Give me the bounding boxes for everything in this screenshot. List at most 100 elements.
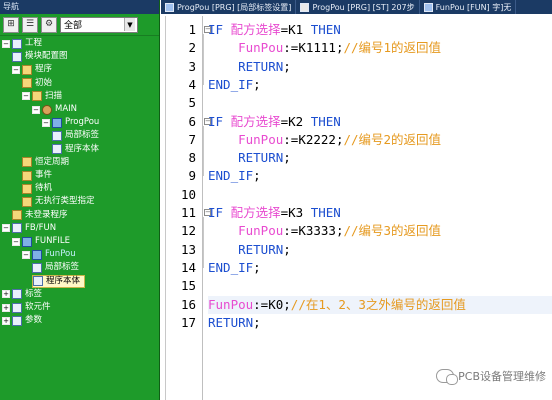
collapse-icon[interactable]: − <box>32 105 40 114</box>
variable-token: 配方选择 <box>230 22 281 37</box>
tree-item[interactable]: 待机 <box>22 182 52 195</box>
line-number: 4 <box>188 76 196 92</box>
code-token: :=K1111; <box>283 40 344 56</box>
code-line[interactable]: FunPou:=K2222;//编号2的返回值 <box>208 131 552 149</box>
code-line[interactable]: IF 配方选择=K2 THEN − <box>204 113 552 131</box>
code-line[interactable]: IF 配方选择=K1 THEN − <box>204 21 552 39</box>
editor-tab-label: ProgPou [PRG] [ST] 207步 <box>312 2 415 12</box>
line-number: 5 <box>188 95 196 111</box>
collapse-icon[interactable]: − <box>42 118 50 127</box>
tree-item[interactable]: − 工程 <box>2 37 42 50</box>
keyword-token: IF <box>208 113 231 129</box>
tree-item[interactable]: − 程序 <box>12 63 52 76</box>
comment-token: //在1、2、3之外编号的返回值 <box>290 296 466 312</box>
tree-item-label: FunPou <box>45 249 76 260</box>
tree-item[interactable]: 恒定周期 <box>22 156 69 169</box>
code-line[interactable]: RETURN; <box>208 314 552 332</box>
tree-item-label: 初始 <box>35 77 53 88</box>
fold-toggle-icon[interactable]: − <box>204 209 211 216</box>
variable-token: 配方选择 <box>230 113 281 129</box>
line-number: 6 <box>188 113 196 129</box>
editor-tab[interactable]: ProgPou [PRG] [局部标签设置] <box>161 0 297 14</box>
expand-icon[interactable]: + <box>2 316 10 325</box>
code-line[interactable]: END_IF; <box>208 259 552 277</box>
expand-icon[interactable]: + <box>2 303 10 312</box>
tree-item[interactable]: 局部标签 <box>32 261 79 274</box>
collapse-icon[interactable]: − <box>2 224 10 233</box>
code-line[interactable]: RETURN; <box>208 149 552 167</box>
code-token: ; <box>283 58 291 74</box>
keyword-token: THEN <box>310 22 341 37</box>
collapse-icon[interactable]: − <box>12 65 20 74</box>
code-line[interactable]: FunPou:=K3333;//编号3的返回值 <box>208 222 552 240</box>
tree-item-label: 程序本体 <box>65 143 100 154</box>
editor-tab[interactable]: ProgPou [PRG] [ST] 207步 <box>296 0 420 14</box>
navigation-pane: 导航 ⊞ ☰ ⚙ 全部 ▼ − 工程 模块配置图 − 程序 初始 − 扫描 − MAIN − Prog… <box>0 0 160 400</box>
code-line[interactable]: IF 配方选择=K3 THEN − <box>204 204 552 222</box>
tree-item[interactable]: 程序本体 <box>32 274 86 288</box>
funfile-icon <box>22 236 32 247</box>
collapse-icon[interactable]: − <box>22 92 30 101</box>
folder-icon <box>22 170 32 181</box>
tree-item-label: 程序 <box>35 64 53 75</box>
tree-item[interactable]: 未登录程序 <box>12 209 68 222</box>
line-number: 7 <box>188 131 196 147</box>
code-line[interactable]: RETURN; <box>208 241 552 259</box>
tree-item[interactable]: − 扫描 <box>22 90 62 103</box>
fold-toggle-icon[interactable]: − <box>204 117 211 125</box>
tree-item[interactable]: 局部标签 <box>52 129 99 142</box>
expand-icon[interactable]: + <box>2 290 10 299</box>
tree-item[interactable]: − FB/FUN <box>2 222 56 235</box>
function-icon <box>32 249 42 260</box>
tree-item[interactable]: 初始 <box>22 77 52 90</box>
keyword-token: RETURN <box>238 58 284 74</box>
collapse-icon[interactable]: − <box>2 39 10 48</box>
list-view-icon[interactable]: ☰ <box>22 16 38 33</box>
project-tree[interactable]: − 工程 模块配置图 − 程序 初始 − 扫描 − MAIN − ProgPou 局部标签 程序本体 恒定周… <box>0 36 159 400</box>
code-line[interactable] <box>208 186 552 204</box>
collapse-icon[interactable]: − <box>22 250 30 259</box>
gear-icon[interactable]: ⚙ <box>41 16 57 33</box>
code-token: =K1 <box>280 22 311 37</box>
fold-toggle-icon[interactable]: − <box>204 26 211 33</box>
code-area[interactable]: IF 配方选择=K1 THEN − FunPou:=K1111;//编号1的返回值… <box>203 16 552 400</box>
editor-tab[interactable]: FunPou [FUN] 字]无 <box>420 0 517 14</box>
tree-item-label: FUNFILE <box>35 236 70 246</box>
keyword-token: IF <box>208 205 231 220</box>
tree-item[interactable]: − FunPou <box>22 248 76 261</box>
code-token: :=K0; <box>253 296 291 312</box>
tree-item[interactable]: 无执行类型指定 <box>22 195 95 208</box>
code-token: :=K3333; <box>283 223 344 239</box>
line-number: 12 <box>180 223 196 239</box>
tree-item[interactable]: 事件 <box>22 169 52 182</box>
collapse-icon[interactable]: − <box>12 237 20 246</box>
watermark: PCB设备管理维修 <box>436 368 546 385</box>
code-line[interactable]: END_IF; <box>208 76 552 94</box>
folder-icon <box>12 210 22 221</box>
code-line[interactable] <box>208 277 552 295</box>
tree-view-icon[interactable]: ⊞ <box>3 16 19 33</box>
fold-guide-line <box>203 217 204 268</box>
code-token: ; <box>253 168 261 184</box>
code-token: =K3 <box>280 205 311 220</box>
code-line[interactable] <box>208 94 552 112</box>
tree-item[interactable]: 模块配置图 <box>12 50 68 63</box>
keyword-token: THEN <box>310 113 341 129</box>
tree-item[interactable]: − ProgPou <box>42 116 99 129</box>
chevron-down-icon[interactable]: ▼ <box>124 18 135 31</box>
tree-item[interactable]: + 软元件 <box>2 301 51 314</box>
code-line[interactable]: END_IF; <box>208 167 552 185</box>
variable-token: 配方选择 <box>230 205 281 220</box>
line-number: 10 <box>180 186 196 202</box>
tree-item[interactable]: 程序本体 <box>52 143 99 156</box>
code-line[interactable]: RETURN; <box>208 58 552 76</box>
filter-dropdown[interactable]: 全部 ▼ <box>60 16 138 33</box>
tree-item[interactable]: − FUNFILE <box>12 235 70 248</box>
editor-tab-label: FunPou [FUN] 字]无 <box>435 2 512 12</box>
tree-item[interactable]: + 参数 <box>2 314 42 327</box>
tree-item[interactable]: − MAIN <box>32 103 77 116</box>
code-line[interactable]: FunPou:=K0;//在1、2、3之外编号的返回值 <box>208 295 552 314</box>
st-editor[interactable]: 1 2 3 4 5 6 7 8 9 10 11 12 13 14 15 16 17 IF 配方选择=K1 THE… <box>165 16 552 400</box>
tree-item[interactable]: + 标签 <box>2 288 42 301</box>
code-line[interactable]: FunPou:=K1111;//编号1的返回值 <box>208 39 552 57</box>
